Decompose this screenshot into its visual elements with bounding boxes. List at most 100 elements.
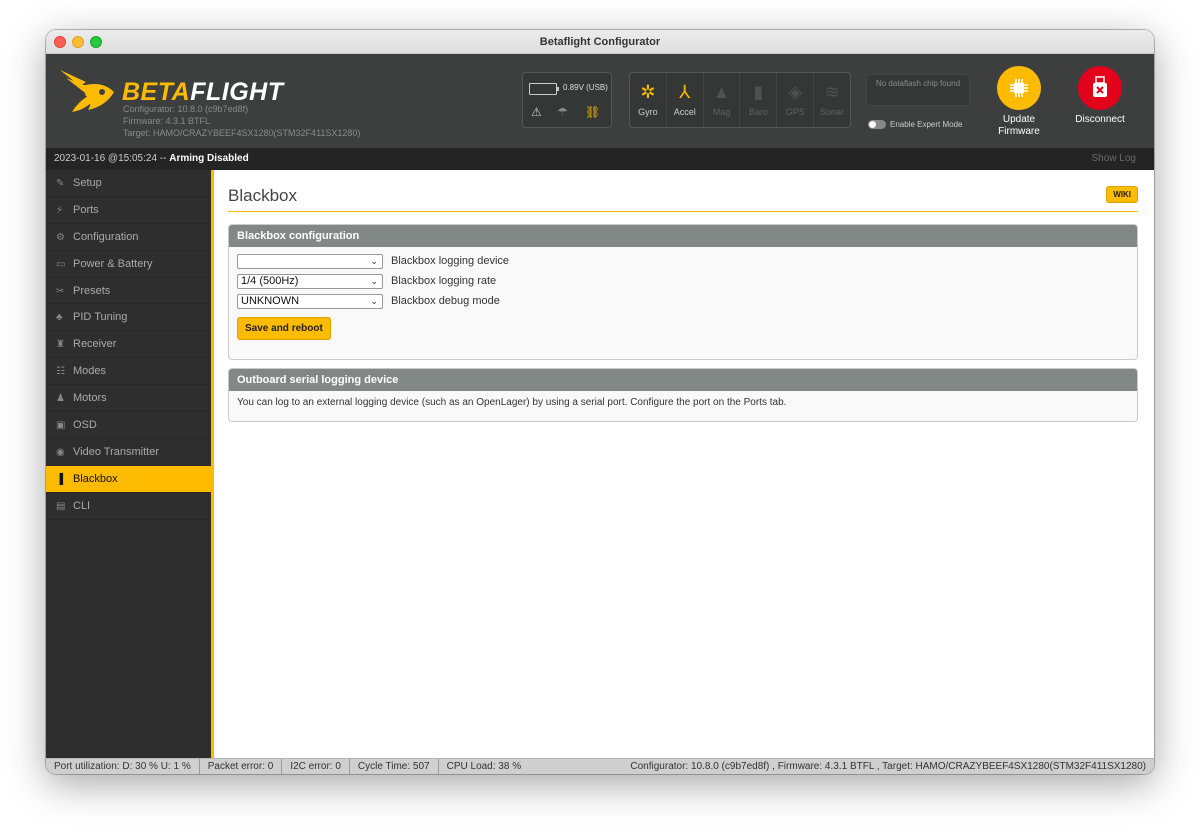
battery-icon: ▭ — [56, 258, 66, 270]
debug-mode-select[interactable]: UNKNOWN ⌄ — [237, 293, 383, 309]
battery-voltage: 0.89V (USB) — [563, 83, 608, 92]
panel-header: Blackbox configuration — [229, 225, 1137, 247]
chevron-down-icon: ⌄ — [370, 295, 378, 306]
sidebar-item-label: Modes — [73, 365, 107, 378]
outboard-logging-panel: Outboard serial logging device You can l… — [228, 368, 1138, 422]
disconnect-button[interactable]: Disconnect — [1074, 66, 1126, 126]
betaflight-logo-icon — [60, 70, 114, 112]
status-timestamp: 2023-01-16 @15:05:24 -- — [54, 153, 167, 164]
receiver-icon: ♜ — [56, 339, 65, 351]
debug-mode-row: UNKNOWN ⌄ Blackbox debug mode — [229, 291, 1137, 311]
sidebar-item-label: Setup — [73, 177, 102, 189]
outboard-description: You can log to an external logging devic… — [237, 397, 787, 408]
plug-icon: ⚡ — [56, 204, 64, 216]
blackbox-config-panel: Blackbox configuration ⌄ Blackbox loggin… — [228, 224, 1138, 360]
logging-device-row: ⌄ Blackbox logging device — [229, 251, 1137, 271]
panel-header: Outboard serial logging device — [229, 369, 1137, 391]
logging-device-select[interactable]: ⌄ — [237, 253, 383, 269]
sidebar-item-cli[interactable]: ▤ CLI — [46, 493, 211, 520]
wrench-icon: ✎ — [56, 178, 65, 189]
sidebar-item-motors[interactable]: ♟ Motors — [46, 385, 211, 413]
usb-disconnect-icon — [1078, 66, 1122, 110]
cpu-load: CPU Load: 38 % — [446, 761, 522, 772]
sidebar-nav: ✎ Setup ⚡ Ports ⚙ Configuration ▭ Power & Ba… — [46, 170, 211, 758]
sensor-baro: ▮ Baro — [740, 73, 778, 127]
sensor-gps: ◈ GPS — [777, 73, 815, 127]
sidebar-item-setup[interactable]: ✎ Setup — [46, 170, 211, 197]
expert-mode-label: Enable Expert Mode — [890, 120, 963, 129]
sidebar-item-ports[interactable]: ⚡ Ports — [46, 197, 211, 224]
disconnect-label: Disconnect — [1075, 114, 1125, 125]
main-content: Blackbox WIKI Blackbox configuration ⌄ B… — [214, 170, 1154, 758]
motors-icon: ♟ — [56, 393, 65, 405]
sensor-gyro: ✲ Gyro — [630, 73, 667, 127]
sensor-sonar: ≋ Sonar — [814, 73, 850, 127]
zoom-window-button[interactable] — [90, 36, 102, 48]
sensor-mag: ▲ Mag — [704, 73, 741, 127]
save-and-reboot-button[interactable]: Save and reboot — [237, 317, 331, 340]
warning-icon: ⚠ — [531, 105, 542, 119]
sidebar-item-label: Power & Battery — [73, 257, 153, 270]
logging-rate-row: 1/4 (500Hz) ⌄ Blackbox logging rate — [229, 271, 1137, 291]
sidebar-item-label: Receiver — [73, 338, 117, 351]
toggle-switch-icon[interactable] — [868, 120, 886, 129]
debug-mode-label: Blackbox debug mode — [391, 295, 500, 307]
window-titlebar: Betaflight Configurator — [46, 30, 1154, 54]
sidebar-item-blackbox[interactable]: ▐ Blackbox — [46, 465, 211, 493]
sidebar-item-label: CLI — [73, 499, 91, 512]
chip-icon — [997, 66, 1041, 110]
battery-panel: 0.89V (USB) ⚠ ☂ ⛓ — [522, 72, 612, 128]
sidebar-item-label: Presets — [73, 284, 111, 297]
port-utilization: Port utilization: D: 30 % U: 1 % — [46, 759, 200, 774]
update-firmware-label: Update — [1002, 114, 1036, 125]
title-divider — [228, 211, 1138, 212]
gear-icon: ⚙ — [56, 231, 65, 243]
page-title: Blackbox — [228, 186, 297, 205]
modes-icon: ☷ — [56, 366, 65, 378]
battery-icon — [529, 83, 559, 95]
logging-rate-label: Blackbox logging rate — [391, 275, 497, 287]
wiki-button[interactable]: WIKI — [1106, 186, 1138, 203]
target-board: Target: HAMO/CRAZYBEEF4SX1280(STM32F411S… — [123, 128, 361, 138]
version-info: Configurator: 10.8.0 (c9b7ed8f) , Firmwa… — [630, 761, 1146, 772]
sidebar-item-osd[interactable]: ▣ OSD — [46, 412, 211, 439]
vtx-icon: ◉ — [56, 446, 65, 458]
sidebar-item-power-battery[interactable]: ▭ Power & Battery — [46, 251, 211, 278]
expert-mode-toggle[interactable]: Enable Expert Mode — [868, 120, 963, 129]
sidebar-item-label: Configuration — [73, 230, 139, 243]
sonar-icon: ≋ — [824, 82, 840, 102]
logging-rate-select[interactable]: 1/4 (500Hz) ⌄ — [237, 273, 383, 289]
sidebar-item-video-transmitter[interactable]: ◉ Video Transmitter — [46, 439, 211, 466]
sidebar-item-label: PID Tuning — [73, 311, 128, 324]
accel-icon: ⅄ — [679, 82, 691, 102]
logging-device-label: Blackbox logging device — [391, 255, 510, 267]
sidebar-item-pid-tuning[interactable]: ♣ PID Tuning — [46, 304, 211, 332]
presets-icon: ✂ — [56, 285, 65, 297]
configurator-version: Configurator: 10.8.0 (c9b7ed8f) — [123, 104, 249, 114]
show-log-link[interactable]: Show Log — [1092, 148, 1136, 170]
sidebar-item-label: Blackbox — [73, 472, 118, 485]
i2c-error: I2C error: 0 — [282, 759, 350, 774]
sidebar-item-modes[interactable]: ☷ Modes — [46, 358, 211, 386]
firmware-version: Firmware: 4.3.1 BTFL — [123, 116, 211, 126]
gps-icon: ◈ — [788, 82, 803, 102]
chevron-down-icon: ⌄ — [370, 275, 378, 286]
osd-icon: ▣ — [56, 420, 66, 432]
brand-wordmark: BETAFLIGHT — [122, 78, 284, 106]
cli-icon: ▤ — [56, 500, 66, 512]
close-window-button[interactable] — [54, 36, 66, 48]
arming-status-bar: 2023-01-16 @15:05:24 -- Arming Disabled … — [46, 148, 1154, 170]
status-footer: Port utilization: D: 30 % U: 1 % Packet e… — [46, 758, 1154, 774]
sidebar-item-label: OSD — [73, 419, 97, 432]
sidebar-item-receiver[interactable]: ♜ Receiver — [46, 331, 211, 359]
baro-icon: ▮ — [753, 82, 764, 102]
minimize-window-button[interactable] — [72, 36, 84, 48]
sidebar-item-configuration[interactable]: ⚙ Configuration — [46, 224, 211, 251]
sidebar-item-presets[interactable]: ✂ Presets — [46, 278, 211, 305]
sidebar-item-label: Ports — [73, 203, 99, 216]
blackbox-icon: ▐ — [56, 473, 64, 485]
app-header: BETAFLIGHT Configurator: 10.8.0 (c9b7ed8… — [46, 54, 1154, 148]
update-firmware-button[interactable]: Update Firmware — [994, 66, 1044, 138]
arming-status: Arming Disabled — [169, 153, 249, 164]
mag-icon: ▲ — [712, 82, 731, 102]
